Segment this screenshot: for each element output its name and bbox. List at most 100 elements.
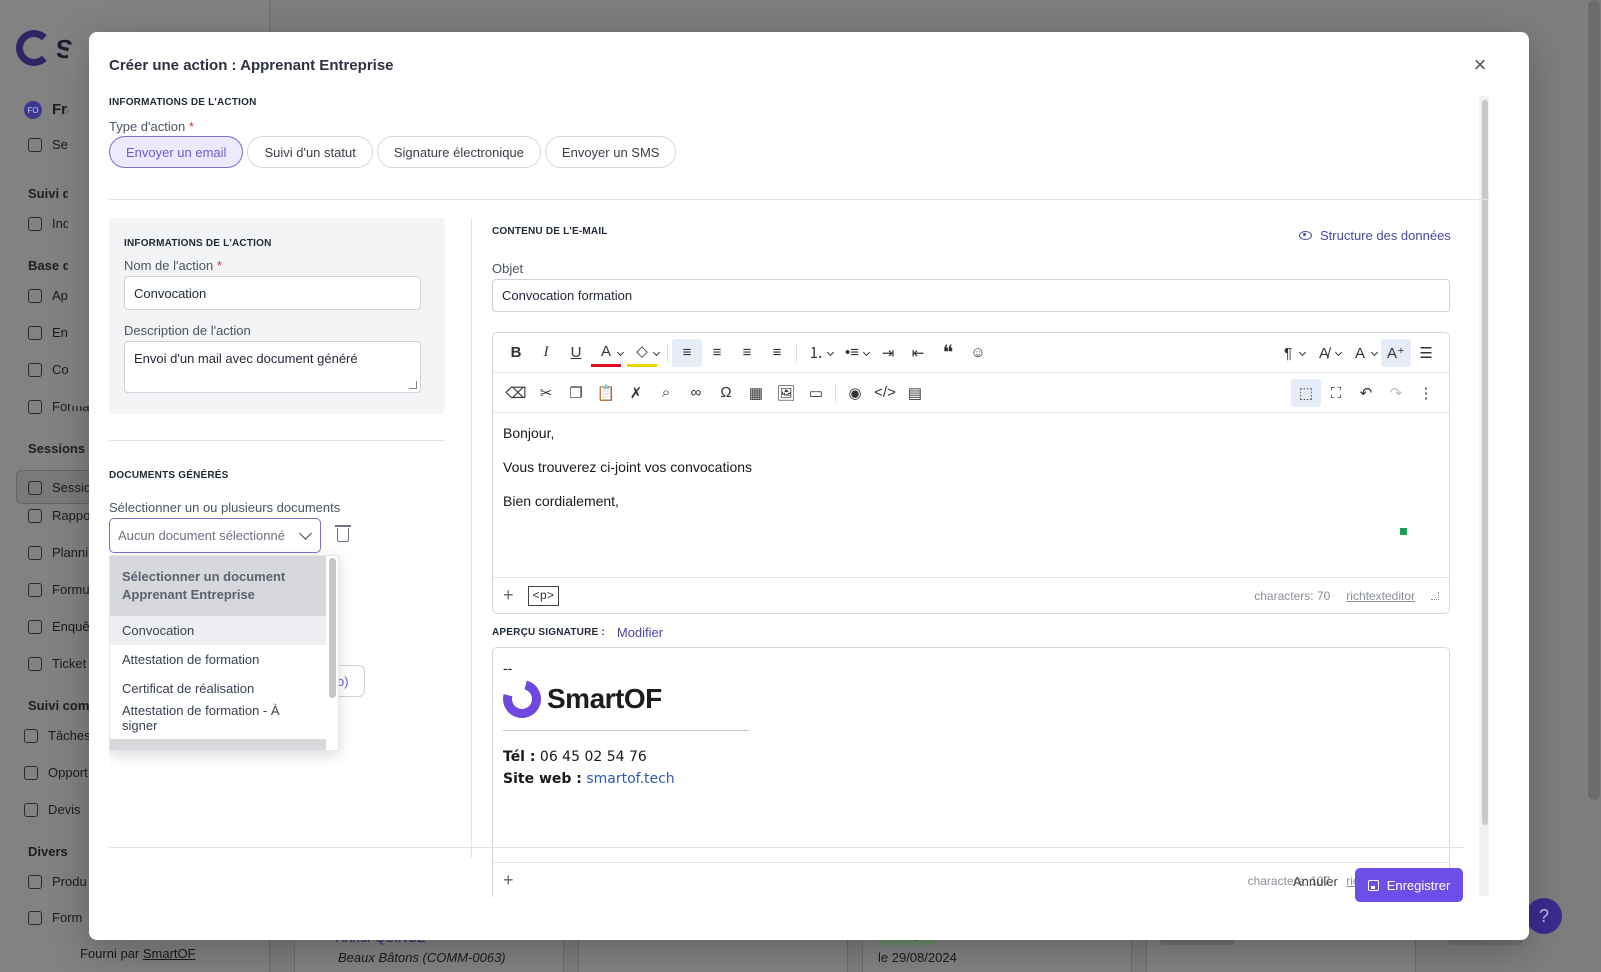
documents-select[interactable]: Aucun document sélectionné <box>109 518 321 553</box>
sidebar-item-settings[interactable]: Se <box>28 137 68 152</box>
more-icon[interactable]: ⋮ <box>1411 379 1441 407</box>
special-char-icon[interactable]: Ω <box>711 379 741 407</box>
signature-phone: Tél : 06 45 02 54 76 <box>503 749 647 765</box>
remove-format-icon[interactable]: ✗ <box>621 379 651 407</box>
sidebar-item-planning[interactable]: Planni <box>28 545 88 560</box>
paragraph-icon[interactable]: ¶ <box>1273 339 1303 367</box>
docs-section-title: DOCUMENTS GÉNÉRÉS <box>109 470 229 481</box>
trash-icon[interactable] <box>335 525 351 542</box>
sidebar-item-trainers[interactable]: Formu <box>28 582 90 597</box>
type-label: Type d'action * <box>109 119 194 134</box>
bold-icon[interactable]: B <box>501 339 531 367</box>
action-name-input[interactable]: Convocation <box>124 276 421 310</box>
ordered-list-icon[interactable]: ⒈ <box>801 339 831 367</box>
editor-toolbar-row-2: ⌫ ✂ ❐ 📋 ✗ ⌕ ∞ Ω ▦ 🖼 ▭ ◉ </> ▤ ⬚ ⛶ ↶ ↷ ⋮ <box>493 373 1449 413</box>
code-icon[interactable]: </> <box>870 379 900 407</box>
sidebar-item-companies[interactable]: Ent <box>28 325 72 340</box>
align-left-icon[interactable]: ≡ <box>672 338 702 367</box>
find-icon[interactable]: ⌕ <box>651 379 681 407</box>
sidebar-item-surveys[interactable]: Enquê <box>28 619 90 634</box>
paste-icon[interactable]: 📋 <box>591 379 621 407</box>
fullscreen-icon[interactable]: ⛶ <box>1321 379 1351 407</box>
resize-handle-icon[interactable] <box>1431 591 1439 600</box>
data-structure-link[interactable]: Structure des données <box>1299 228 1451 243</box>
path-tag[interactable]: <p> <box>527 585 560 606</box>
action-description-textarea[interactable]: Envoi d'un mail avec document généré <box>124 341 421 393</box>
action-info-panel: INFORMATIONS DE L'ACTION Nom de l'action… <box>109 218 445 414</box>
section-action-info: INFORMATIONS DE L'ACTION <box>109 97 257 108</box>
footer-link[interactable]: SmartOF <box>143 946 196 961</box>
help-button[interactable]: ? <box>1526 898 1562 934</box>
quote-icon[interactable]: ❝ <box>933 339 963 367</box>
font-size-icon[interactable]: A̸ <box>1309 339 1339 367</box>
resize-grip-icon[interactable] <box>409 381 417 389</box>
smartof-logo-icon <box>496 673 548 725</box>
sidebar-item-products[interactable]: Produ <box>28 874 87 889</box>
italic-icon[interactable]: I <box>531 339 561 367</box>
sidebar-item-opportunities[interactable]: Opport <box>24 765 88 780</box>
sidebar-item-tickets[interactable]: Ticket <box>28 656 86 671</box>
preview-icon[interactable]: ◉ <box>840 379 870 407</box>
edit-signature-link[interactable]: Modifier <box>617 625 663 640</box>
highlight-icon[interactable]: ◇ <box>627 339 657 367</box>
image-icon[interactable]: 🖼 <box>771 379 801 407</box>
dropdown-item-certificat[interactable]: Certificat de réalisation <box>110 674 326 703</box>
plus-icon[interactable]: + <box>503 585 514 606</box>
pill-e-signature[interactable]: Signature électronique <box>376 136 541 168</box>
eraser-icon[interactable]: ⌫ <box>501 379 531 407</box>
plus-icon[interactable]: + <box>503 870 514 891</box>
sidebar-item-reports[interactable]: Rappo <box>28 508 90 523</box>
richtexteditor-link[interactable]: richtexteditor <box>1346 589 1415 603</box>
dropdown-item-attestation-sign[interactable]: Attestation de formation - À signer <box>110 703 326 733</box>
dropdown-item-attestation[interactable]: Attestation de formation <box>110 645 326 674</box>
format-icon[interactable]: A⁺ <box>1381 339 1411 367</box>
email-body-content[interactable]: Bonjour, Vous trouverez ci-joint vos con… <box>493 413 1449 577</box>
chart-icon <box>28 216 42 231</box>
pill-send-email[interactable]: Envoyer un email <box>109 136 244 168</box>
indent-icon[interactable]: ⇥ <box>873 339 903 367</box>
close-icon[interactable]: × <box>1469 54 1491 76</box>
show-blocks-icon[interactable]: ⬚ <box>1291 379 1321 407</box>
body-line: Bonjour, <box>503 425 555 441</box>
signature-preview: -- SmartOF Tél : 06 45 02 54 76 Site web… <box>492 647 1450 897</box>
sidebar-item-learners[interactable]: Ap <box>28 288 68 303</box>
page-scrollbar[interactable] <box>1588 0 1600 800</box>
sidebar-item-contacts[interactable]: Co <box>28 362 69 377</box>
align-center-icon[interactable]: ≡ <box>702 339 732 367</box>
align-right-icon[interactable]: ≡ <box>732 339 762 367</box>
sidebar-item-quotes[interactable]: Devis <box>24 802 81 817</box>
table-icon[interactable]: ▦ <box>741 379 771 407</box>
line-height-icon[interactable]: ☰ <box>1411 339 1441 367</box>
bg-company-ref: Beaux Bâtons (COMM-0063) <box>338 950 506 965</box>
form-icon <box>28 910 42 925</box>
sidebar-item-forms[interactable]: Form <box>28 910 82 925</box>
save-button[interactable]: Enregistrer <box>1355 868 1463 902</box>
font-family-icon[interactable]: A <box>1345 339 1375 367</box>
video-icon[interactable]: ▭ <box>801 379 831 407</box>
redo-icon[interactable]: ↷ <box>1381 379 1411 407</box>
unordered-list-icon[interactable]: •≡ <box>837 339 867 367</box>
align-justify-icon[interactable]: ≡ <box>762 339 792 367</box>
dropdown-item-convocation[interactable]: Convocation <box>110 616 326 645</box>
sidebar-item-sessions[interactable]: Sessio <box>28 480 91 495</box>
subject-label: Objet <box>492 261 524 276</box>
undo-icon[interactable]: ↶ <box>1351 379 1381 407</box>
pill-send-sms[interactable]: Envoyer un SMS <box>544 136 677 168</box>
quote-icon <box>24 802 38 817</box>
cut-icon[interactable]: ✂ <box>531 379 561 407</box>
link-icon[interactable]: ∞ <box>681 379 711 407</box>
outdent-icon[interactable]: ⇤ <box>903 339 933 367</box>
emoji-icon[interactable]: ☺ <box>963 339 993 367</box>
section-divider <box>109 199 1489 200</box>
bg-status-date: le 29/08/2024 <box>878 950 957 965</box>
underline-icon[interactable]: U <box>561 339 591 367</box>
select-all-icon[interactable]: ▤ <box>900 379 930 407</box>
subject-input[interactable]: Convocation formation <box>492 279 1450 312</box>
text-color-icon[interactable]: A <box>591 339 621 367</box>
dropdown-scrollbar[interactable] <box>329 558 336 698</box>
sidebar-item-tasks[interactable]: Tâches <box>24 728 91 743</box>
copy-icon[interactable]: ❐ <box>561 379 591 407</box>
pill-status-follow[interactable]: Suivi d'un statut <box>247 136 373 168</box>
sidebar-item-indicators[interactable]: Ind <box>28 216 70 231</box>
cancel-button[interactable]: Annuler <box>1293 874 1338 889</box>
